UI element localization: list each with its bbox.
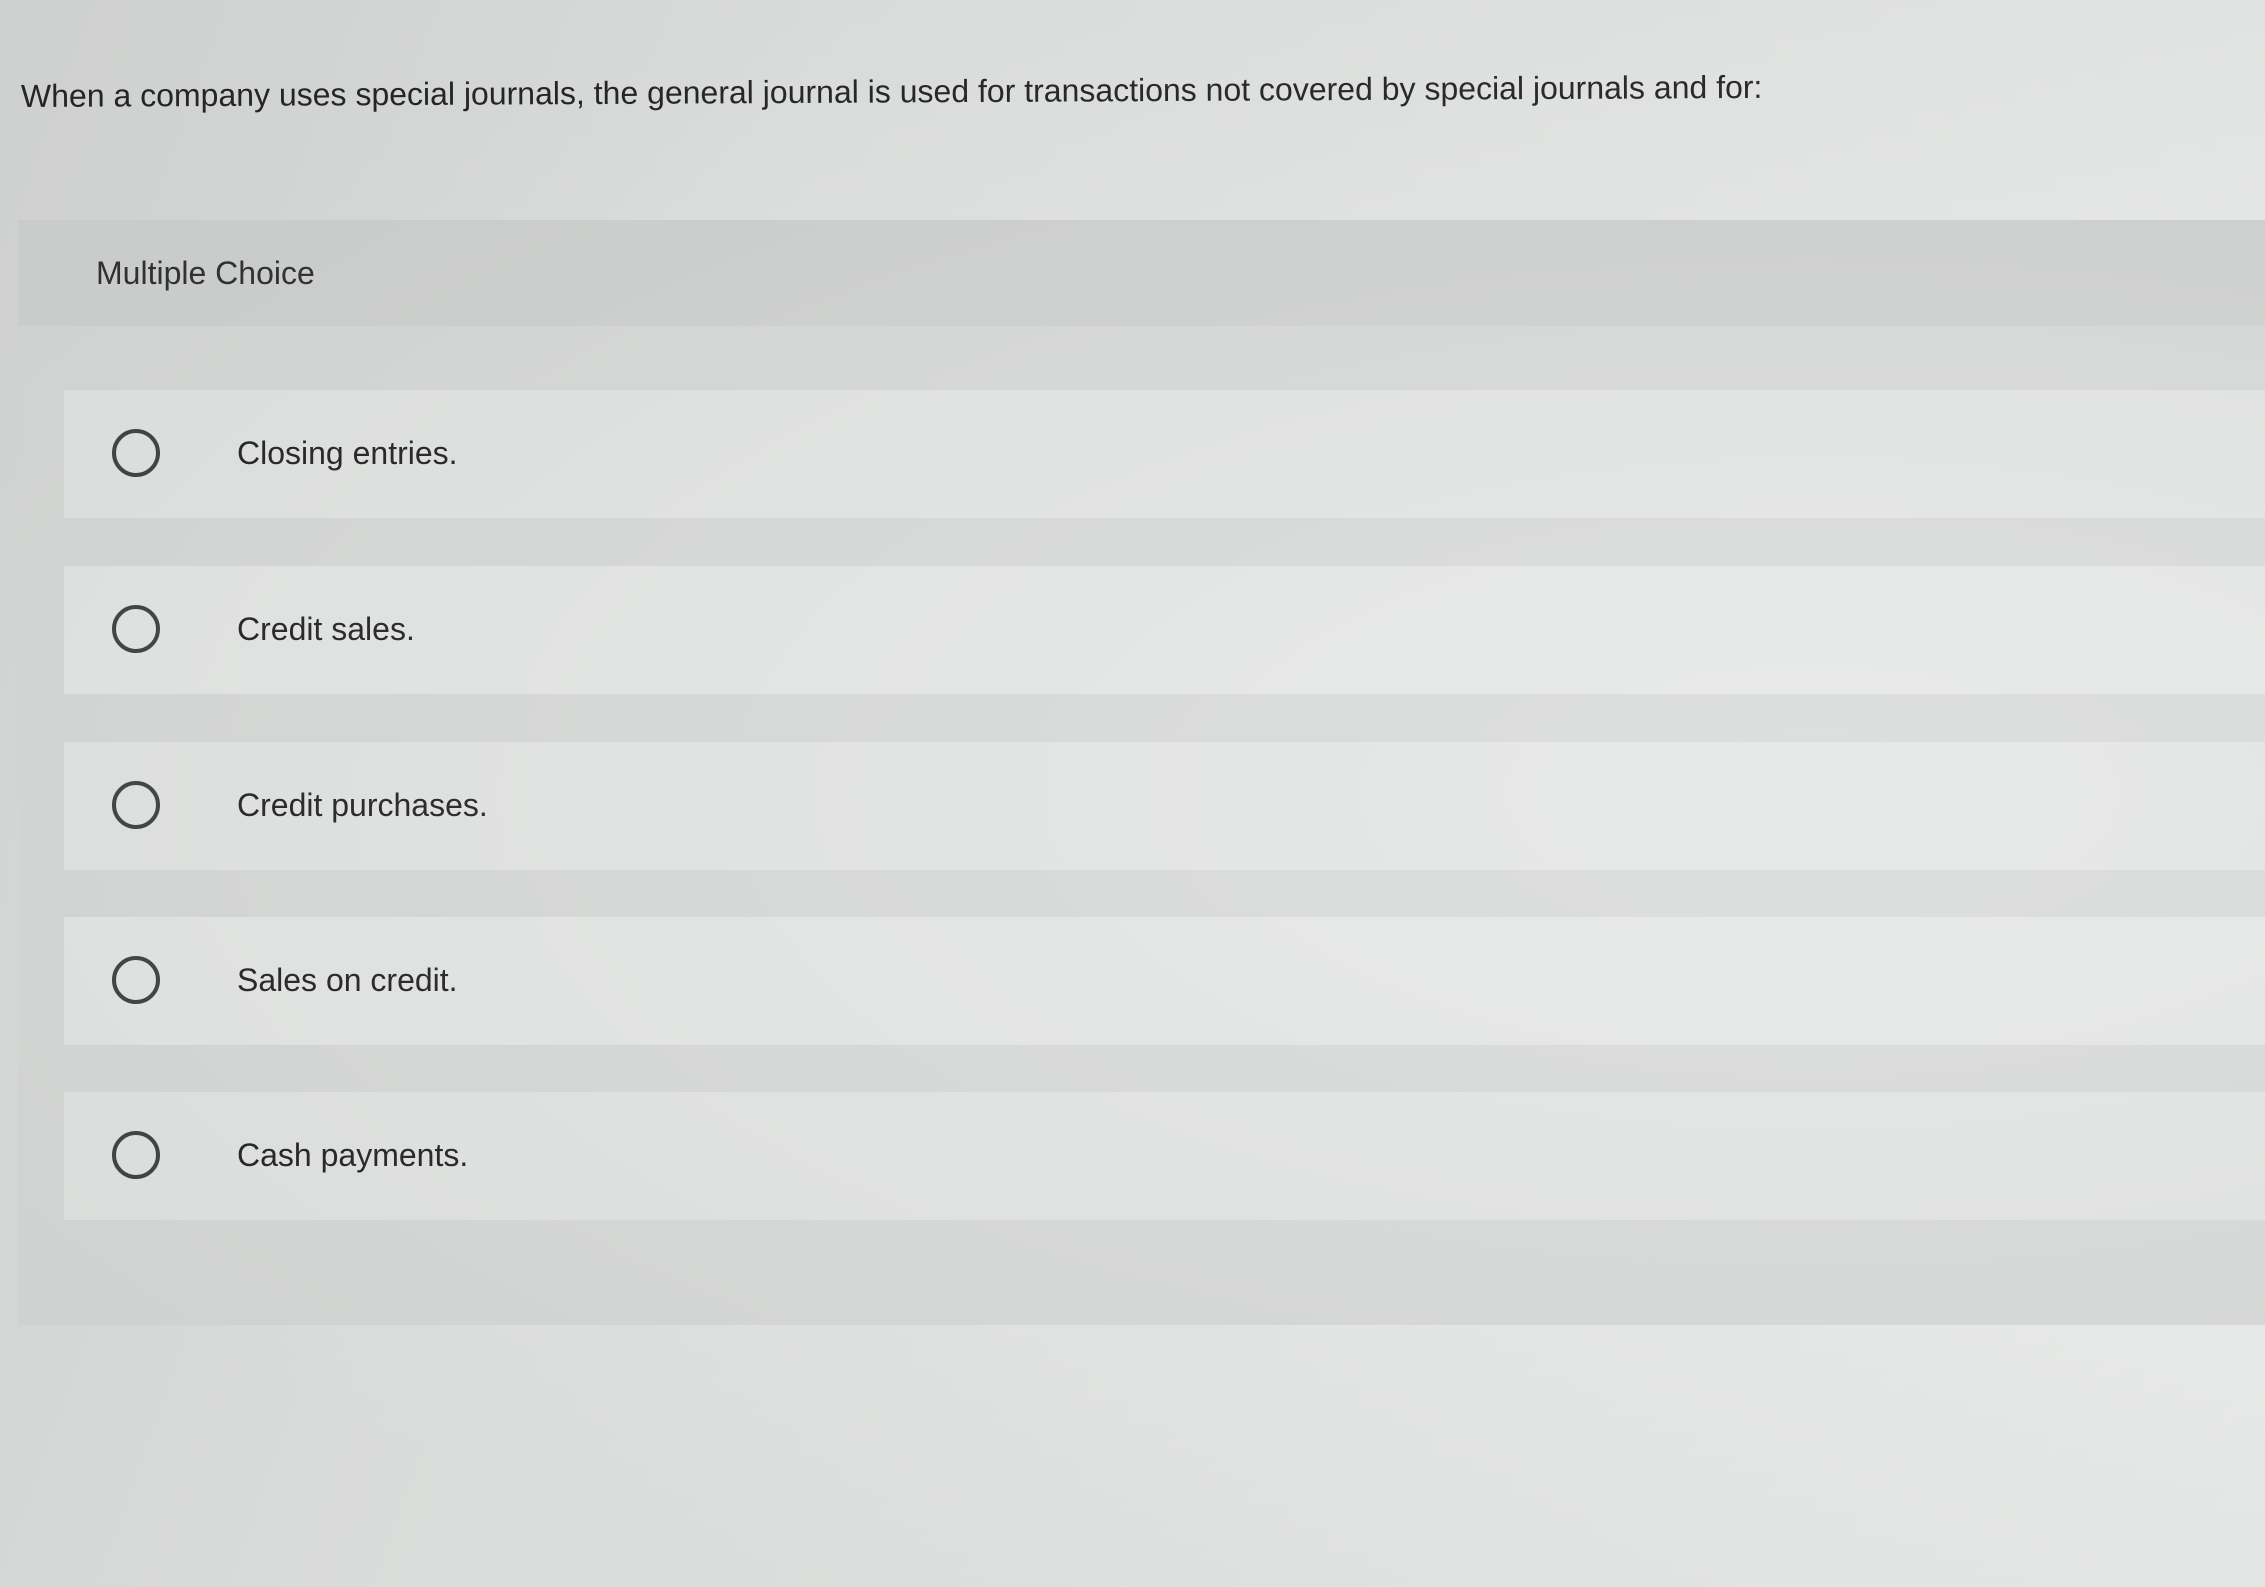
choice-option-cash-payments[interactable]: Cash payments. [64,1092,2265,1220]
radio-unchecked-icon[interactable] [112,429,160,477]
choice-option-credit-purchases[interactable]: Credit purchases. [64,742,2265,870]
question-text: When a company uses special journals, th… [20,68,1763,114]
multiple-choice-panel: Multiple Choice Closing entries. Credit … [18,220,2265,1325]
choice-label: Credit sales. [237,611,415,647]
radio-unchecked-icon[interactable] [112,1131,160,1179]
multiple-choice-label: Multiple Choice [96,255,315,291]
radio-unchecked-icon[interactable] [112,956,160,1004]
choice-label: Sales on credit. [237,962,458,998]
choice-option-credit-sales[interactable]: Credit sales. [64,566,2265,694]
choice-label: Cash payments. [237,1137,469,1173]
radio-unchecked-icon[interactable] [112,605,160,653]
multiple-choice-header: Multiple Choice [18,220,2265,326]
choice-label: Credit purchases. [237,787,488,823]
choice-label: Closing entries. [237,435,458,471]
choice-option-closing-entries[interactable]: Closing entries. [64,390,2265,518]
radio-unchecked-icon[interactable] [112,781,160,829]
choice-option-sales-on-credit[interactable]: Sales on credit. [64,917,2265,1045]
